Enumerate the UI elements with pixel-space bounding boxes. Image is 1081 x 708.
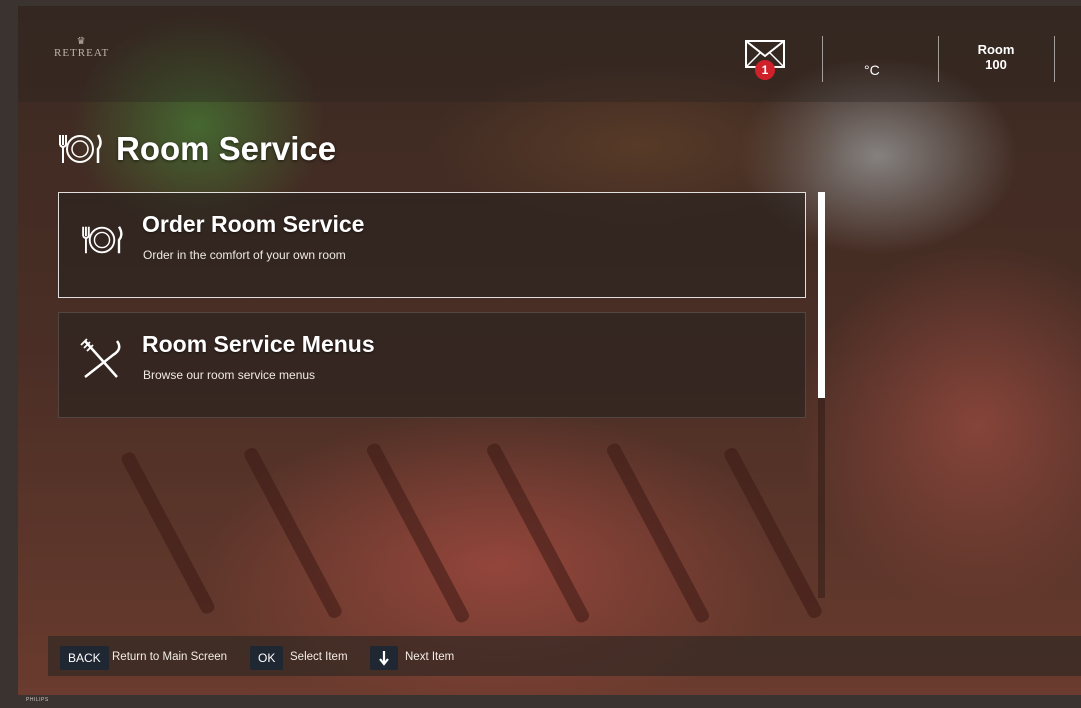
background-decoration	[242, 445, 344, 621]
back-key[interactable]: BACK	[60, 646, 109, 670]
page-title: Room Service	[56, 130, 336, 168]
header-divider	[822, 36, 823, 82]
scrollbar-thumb[interactable]	[818, 192, 825, 398]
top-bar	[18, 6, 1081, 102]
menu-item-description: Order in the comfort of your own room	[143, 248, 346, 262]
back-hint: Return to Main Screen	[112, 651, 228, 663]
menu-item-room-service-menus[interactable]: Room Service Menus Browse our room servi…	[58, 312, 806, 418]
background-decoration	[364, 441, 472, 625]
down-arrow-icon	[379, 651, 389, 666]
tv-screen: ♛ RETREAT 1 °C Room 100 Room Service Ord…	[18, 6, 1081, 695]
room-label: Room	[977, 42, 1015, 57]
room-indicator: Room 100	[958, 42, 1034, 72]
menu-item-label: Room Service Menus	[142, 331, 375, 357]
menu-item-description: Browse our room service menus	[143, 368, 316, 382]
messages-button[interactable]: 1	[745, 40, 785, 84]
room-number: 100	[985, 57, 1007, 72]
background-decoration	[722, 445, 824, 621]
next-hint: Next Item	[405, 651, 455, 663]
background-decoration	[604, 441, 712, 625]
page-title-text: Room Service	[116, 130, 337, 167]
down-key[interactable]	[370, 646, 398, 670]
crown-icon: ♛	[76, 36, 87, 47]
menu-item-label: Order Room Service	[142, 211, 365, 237]
hotel-logo: ♛ RETREAT	[54, 36, 109, 59]
plate-fork-knife-icon	[59, 134, 102, 163]
background-decoration	[484, 441, 592, 625]
unread-count-badge: 1	[755, 60, 775, 80]
plate-fork-knife-icon	[79, 223, 125, 262]
background-decoration	[119, 450, 217, 616]
ok-hint: Select Item	[290, 651, 348, 663]
temperature-readout: °C	[864, 62, 880, 78]
tv-brand-logo: PHILIPS	[26, 697, 49, 703]
remote-hints-bar: BACK Return to Main Screen OK Select Ite…	[48, 636, 1081, 676]
header-divider	[938, 36, 939, 82]
menu-item-order-room-service[interactable]: Order Room Service Order in the comfort …	[58, 192, 806, 298]
logo-text: RETREAT	[54, 47, 110, 59]
crossed-cutlery-icon	[79, 338, 123, 386]
header-divider	[1054, 36, 1055, 82]
ok-key[interactable]: OK	[250, 646, 284, 670]
